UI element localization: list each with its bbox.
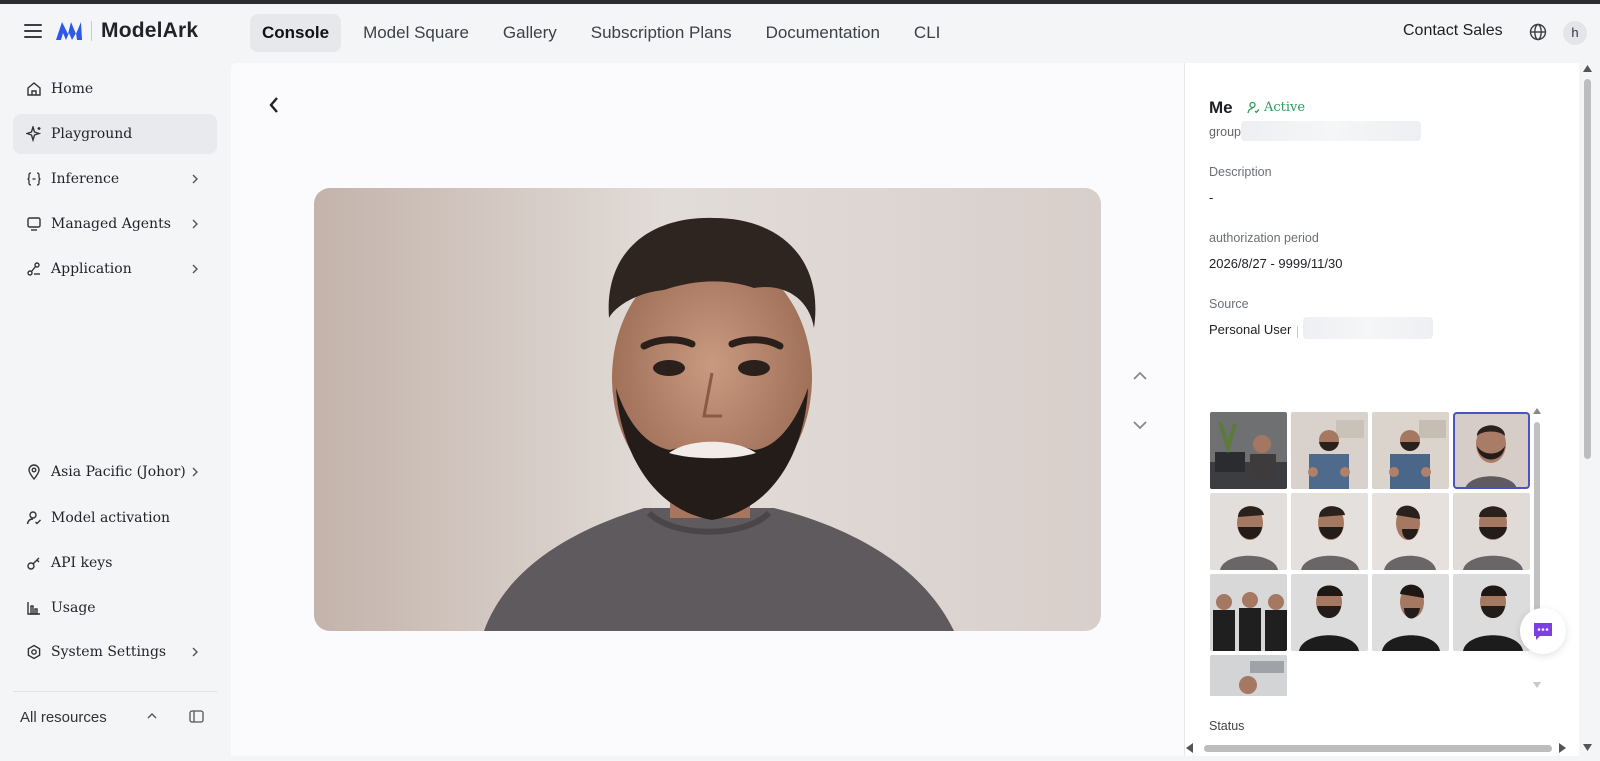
thumbnail[interactable]	[1210, 655, 1287, 696]
all-resources-toggle[interactable]: All resources	[20, 702, 220, 732]
source-separator	[1297, 326, 1298, 338]
sidebar-item-label: API keys	[51, 555, 113, 571]
sidebar-item-system-settings[interactable]: System Settings	[13, 632, 217, 672]
chevron-right-icon	[192, 174, 198, 184]
user-activation-icon	[26, 511, 41, 525]
sidebar-item-label: Inference	[51, 171, 120, 187]
sidebar-item-managed-agents[interactable]: Managed Agents	[13, 204, 217, 244]
contact-sales-link[interactable]: Contact Sales	[1403, 22, 1503, 40]
thumbnail[interactable]	[1210, 574, 1287, 651]
modelark-logo-icon	[56, 22, 82, 40]
status-section-label: Status	[1209, 719, 1245, 733]
status-badge: Active	[1247, 100, 1305, 115]
bar-chart-icon	[27, 602, 40, 615]
chevron-up-icon[interactable]	[147, 712, 157, 720]
sidebar-item-label: Managed Agents	[51, 216, 171, 232]
brand-logo[interactable]: ModelArk	[55, 19, 198, 43]
user-avatar[interactable]: h	[1563, 21, 1587, 45]
page-vertical-scrollbar[interactable]	[1579, 63, 1596, 753]
source-label: Source	[1209, 297, 1249, 311]
sparkle-icon	[26, 126, 42, 142]
description-label: Description	[1209, 165, 1272, 179]
location-icon	[28, 464, 40, 480]
sidebar-item-usage[interactable]: Usage	[13, 588, 217, 628]
settings-icon	[27, 644, 41, 660]
tab-console[interactable]: Console	[250, 14, 342, 52]
main-tabs: Console Model Square Gallery Subscriptio…	[250, 14, 962, 52]
chevron-right-icon	[192, 264, 198, 274]
chevron-down-icon[interactable]	[1131, 419, 1149, 431]
sidebar-item-region[interactable]: Asia Pacific (Johor)	[13, 452, 217, 492]
key-icon	[27, 557, 40, 570]
status-text: Active	[1264, 100, 1306, 115]
globe-icon[interactable]	[1529, 23, 1547, 41]
source-value: Personal User	[1209, 322, 1292, 337]
chevron-right-icon	[192, 467, 198, 477]
sidebar-item-label: Playground	[51, 126, 133, 142]
collapse-sidebar-icon[interactable]	[189, 710, 204, 723]
thumbnail-selected[interactable]	[1453, 412, 1530, 489]
sidebar-item-home[interactable]: Home	[13, 69, 217, 109]
description-value: -	[1209, 190, 1214, 205]
sidebar-item-label: Home	[51, 81, 94, 97]
sidebar-item-inference[interactable]: Inference	[13, 159, 217, 199]
user-check-icon	[1247, 101, 1260, 114]
thumbnail[interactable]	[1291, 574, 1368, 651]
home-icon	[27, 82, 41, 96]
app-nodes-icon	[27, 262, 40, 276]
brand-name: ModelArk	[101, 19, 199, 42]
code-braces-icon	[27, 172, 41, 186]
thumbnail[interactable]	[1291, 493, 1368, 570]
menu-icon[interactable]	[24, 24, 42, 40]
sidebar-item-api-keys[interactable]: API keys	[13, 543, 217, 583]
chevron-up-icon[interactable]	[1131, 370, 1149, 382]
tab-documentation[interactable]: Documentation	[754, 14, 892, 52]
authorization-period-label: authorization period	[1209, 231, 1319, 245]
agent-monitor-icon	[27, 217, 41, 231]
back-arrow-icon[interactable]	[267, 95, 281, 115]
chevron-right-icon	[192, 647, 198, 657]
thumbnail[interactable]	[1210, 493, 1287, 570]
sidebar-item-label: Usage	[51, 600, 96, 616]
all-resources-label: All resources	[20, 708, 107, 726]
tab-subscription-plans[interactable]: Subscription Plans	[579, 14, 744, 52]
tab-gallery[interactable]: Gallery	[491, 14, 569, 52]
chat-bubble-icon	[1534, 623, 1552, 640]
tab-model-square[interactable]: Model Square	[351, 14, 481, 52]
thumbnail[interactable]	[1372, 574, 1449, 651]
sidebar-item-application[interactable]: Application	[13, 249, 217, 289]
thumbnail[interactable]	[1372, 412, 1449, 489]
thumbnail[interactable]	[1210, 412, 1287, 489]
thumbnail[interactable]	[1291, 412, 1368, 489]
sidebar-item-model-activation[interactable]: Model activation	[13, 498, 217, 538]
group-name: Me	[1209, 98, 1233, 117]
chat-assistant-button[interactable]	[1520, 608, 1566, 654]
sidebar-item-playground[interactable]: Playground	[13, 114, 217, 154]
group-id-redacted	[1241, 121, 1421, 141]
image-viewer	[231, 63, 1184, 756]
thumbnail[interactable]	[1372, 493, 1449, 570]
sidebar-item-label: Asia Pacific (Johor)	[51, 464, 186, 480]
sidebar-item-label: Application	[51, 261, 132, 277]
thumbnail-grid	[1210, 412, 1530, 696]
page-horizontal-scrollbar[interactable]	[1184, 740, 1584, 756]
sidebar-divider	[13, 691, 217, 692]
chevron-right-icon	[192, 219, 198, 229]
sidebar-item-label: System Settings	[51, 644, 167, 660]
thumbnail[interactable]	[1453, 493, 1530, 570]
sidebar: Home Playground Inference Managed Agents…	[0, 62, 230, 761]
authorization-period-value: 2026/8/27 - 9999/11/30	[1209, 256, 1343, 271]
detail-panel: Me Active group ID: Description - author…	[1184, 63, 1579, 756]
main-photo	[314, 188, 1101, 631]
top-navigation-bar: ModelArk Console Model Square Gallery Su…	[0, 4, 1600, 62]
source-id-redacted	[1303, 317, 1433, 339]
logo-divider	[91, 21, 92, 41]
tab-cli[interactable]: CLI	[902, 14, 952, 52]
sidebar-item-label: Model activation	[51, 510, 171, 526]
thumbnail[interactable]	[1453, 574, 1530, 651]
